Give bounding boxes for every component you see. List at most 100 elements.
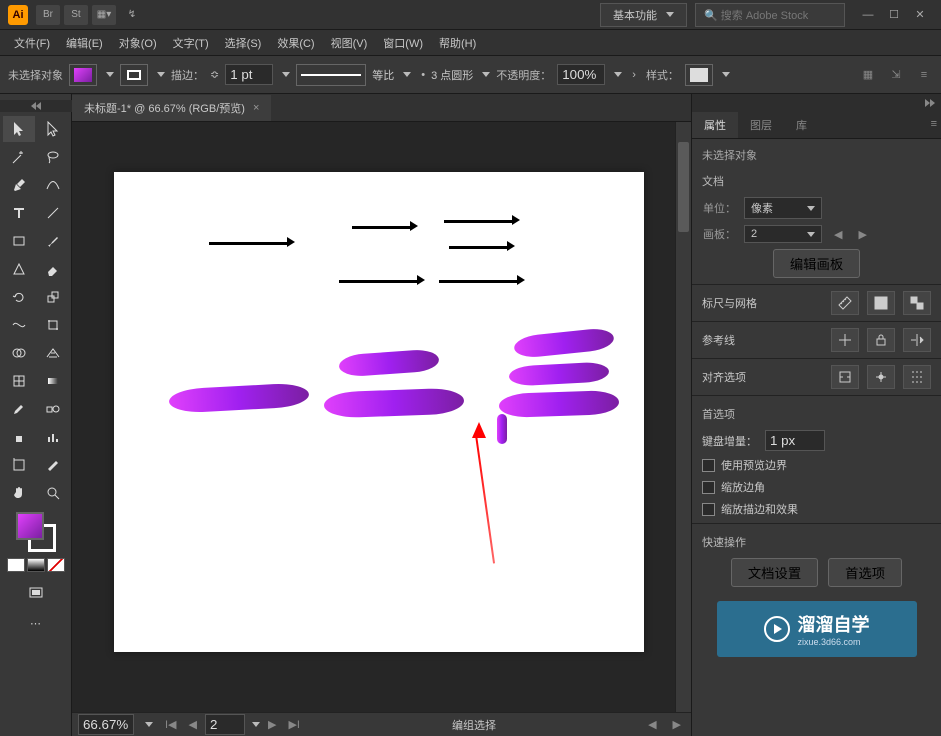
graphic-style-swatch[interactable] (685, 64, 713, 86)
eraser-tool[interactable] (37, 256, 69, 282)
stroke-weight-input[interactable] (225, 64, 273, 85)
stroke-profile-preview[interactable] (296, 64, 366, 86)
ruler-icon[interactable] (831, 291, 859, 315)
artboard-tool[interactable] (3, 452, 35, 478)
canvas-viewport[interactable] (72, 122, 691, 712)
search-stock-input[interactable]: 🔍 搜索 Adobe Stock (695, 3, 845, 27)
screen-mode-tool[interactable] (20, 580, 52, 606)
color-controls[interactable] (16, 512, 56, 552)
bridge-icon[interactable]: Br (36, 5, 60, 25)
scale-corners-checkbox[interactable]: 缩放边角 (702, 479, 931, 495)
zoom-tool[interactable] (37, 480, 69, 506)
snap-grid-icon[interactable] (903, 365, 931, 389)
lasso-tool[interactable] (37, 144, 69, 170)
perspective-grid-tool[interactable] (37, 340, 69, 366)
chevron-down-icon[interactable] (403, 72, 411, 77)
tab-properties[interactable]: 属性 (692, 112, 738, 138)
transparency-grid-icon[interactable] (903, 291, 931, 315)
panel-menu-icon[interactable]: ≡ (931, 118, 937, 130)
chevron-down-icon[interactable] (145, 722, 153, 727)
vertical-scrollbar[interactable] (675, 122, 691, 712)
tab-layers[interactable]: 图层 (738, 112, 784, 138)
close-button[interactable]: ✕ (907, 5, 933, 25)
paintbrush-tool[interactable] (37, 228, 69, 254)
grid-icon[interactable] (867, 291, 895, 315)
shaper-tool[interactable] (3, 256, 35, 282)
menu-edit[interactable]: 编辑(E) (58, 31, 111, 55)
rectangle-tool[interactable] (3, 228, 35, 254)
artboard[interactable] (114, 172, 644, 652)
blend-tool[interactable] (37, 396, 69, 422)
chevron-down-icon[interactable] (722, 72, 730, 77)
fill-swatch[interactable] (69, 64, 97, 86)
zoom-input[interactable] (78, 714, 134, 735)
stroke-swatch[interactable] (120, 64, 148, 86)
menu-effect[interactable]: 效果(C) (269, 31, 322, 55)
chevron-down-icon[interactable] (614, 72, 622, 77)
keyboard-increment-input[interactable] (765, 430, 825, 451)
show-guides-icon[interactable] (831, 328, 859, 352)
curvature-tool[interactable] (37, 172, 69, 198)
menu-type[interactable]: 文字(T) (165, 31, 217, 55)
tab-libraries[interactable]: 库 (784, 112, 819, 138)
minimize-button[interactable]: — (855, 5, 881, 25)
free-transform-tool[interactable] (37, 312, 69, 338)
document-tab[interactable]: 未标题-1* @ 66.67% (RGB/预览) × (72, 95, 271, 121)
chevron-down-icon[interactable] (482, 72, 490, 77)
mesh-tool[interactable] (3, 368, 35, 394)
snap-pixel-icon[interactable] (831, 365, 859, 389)
chevron-down-icon[interactable] (157, 72, 165, 77)
menu-window[interactable]: 窗口(W) (375, 31, 431, 55)
prev-artboard-icon[interactable]: ◀ (830, 228, 846, 241)
chevron-down-icon[interactable] (106, 72, 114, 77)
unit-dropdown[interactable]: 像素 (744, 197, 822, 219)
gradient-color-mode[interactable] (27, 558, 45, 572)
edit-toolbar[interactable]: ⋯ (20, 610, 52, 636)
document-setup-button[interactable]: 文档设置 (731, 558, 818, 587)
next-artboard-icon[interactable]: ▶ (854, 228, 870, 241)
preview-bounds-checkbox[interactable]: 使用预览边界 (702, 457, 931, 473)
overflow-icon[interactable]: ≡ (915, 66, 933, 84)
menu-file[interactable]: 文件(F) (6, 31, 58, 55)
artboard-number-input[interactable] (205, 714, 245, 735)
workspace-switcher[interactable]: 基本功能 (600, 3, 687, 27)
maximize-button[interactable]: ☐ (881, 5, 907, 25)
align-icon[interactable]: ▦ (859, 66, 877, 84)
scroll-right-button[interactable]: ▶ (669, 718, 685, 731)
prev-artboard-button[interactable]: ◀ (185, 718, 201, 731)
direct-selection-tool[interactable] (37, 116, 69, 142)
width-tool[interactable] (3, 312, 35, 338)
smart-guides-icon[interactable] (903, 328, 931, 352)
first-artboard-button[interactable]: I◀ (161, 718, 181, 731)
toolbox-collapse[interactable] (0, 100, 72, 112)
slice-tool[interactable] (37, 452, 69, 478)
stock-icon[interactable]: St (64, 5, 88, 25)
chevron-down-icon[interactable] (282, 72, 290, 77)
symbol-sprayer-tool[interactable] (3, 424, 35, 450)
arrange-docs-icon[interactable]: ▦▾ (92, 5, 116, 25)
artboard-dropdown[interactable]: 2 (744, 225, 822, 243)
solid-color-mode[interactable] (7, 558, 25, 572)
panel-collapse[interactable] (692, 94, 941, 112)
chevron-down-icon[interactable] (252, 722, 260, 727)
next-artboard-button[interactable]: ▶ (264, 718, 280, 731)
stepper-icon[interactable]: ≎ (210, 68, 219, 81)
menu-view[interactable]: 视图(V) (323, 31, 376, 55)
snap-point-icon[interactable] (867, 365, 895, 389)
line-tool[interactable] (37, 200, 69, 226)
column-graph-tool[interactable] (37, 424, 69, 450)
lock-guides-icon[interactable] (867, 328, 895, 352)
scale-tool[interactable] (37, 284, 69, 310)
scale-strokes-checkbox[interactable]: 缩放描边和效果 (702, 501, 931, 517)
close-tab-icon[interactable]: × (253, 102, 259, 114)
shape-builder-tool[interactable] (3, 340, 35, 366)
magic-wand-tool[interactable] (3, 144, 35, 170)
menu-select[interactable]: 选择(S) (217, 31, 270, 55)
hand-tool[interactable] (3, 480, 35, 506)
gpu-icon[interactable]: ↯ (120, 5, 144, 25)
transform-icon[interactable]: ⇲ (887, 66, 905, 84)
scroll-left-button[interactable]: ◀ (644, 718, 660, 731)
fill-color[interactable] (16, 512, 44, 540)
opacity-input[interactable] (557, 64, 605, 85)
last-artboard-button[interactable]: ▶I (284, 718, 304, 731)
